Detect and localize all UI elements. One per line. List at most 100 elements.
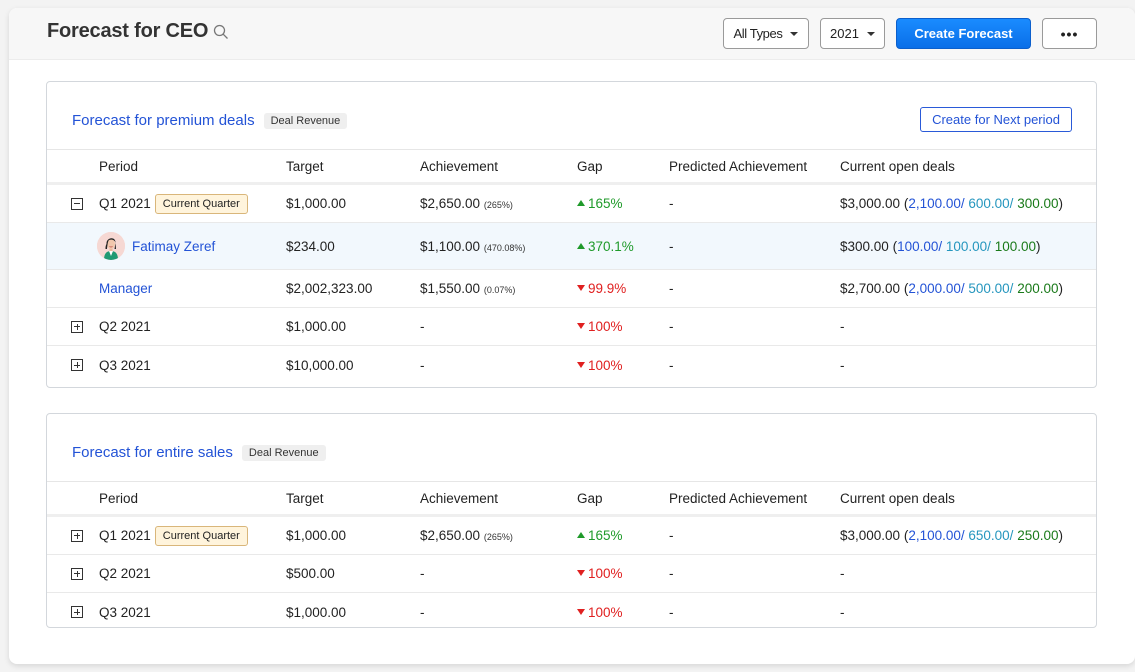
achievement-value: - — [420, 566, 425, 581]
role-name-link[interactable]: Manager — [99, 281, 152, 296]
open-deals-cell: - — [840, 566, 1096, 581]
period-label: Q1 2021 — [99, 196, 151, 211]
column-header-target: Target — [286, 158, 324, 174]
forecast-title-link[interactable]: Forecast for entire sales — [72, 444, 233, 461]
open-deals-cell: $300.00 (100.00/ 100.00/ 100.00) — [840, 238, 1041, 254]
card-title-wrap: Forecast for premium deals Deal Revenue — [72, 112, 348, 129]
open-deals-part-link[interactable]: 500.00/ — [968, 281, 1013, 296]
open-deals-total: $3,000.00 — [840, 196, 901, 211]
predicted-achievement-value: - — [669, 604, 674, 620]
open-deals-total: $300.00 — [840, 238, 889, 254]
page-title-wrap: Forecast for CEO — [47, 20, 229, 43]
gap-cell: 100% — [577, 566, 669, 581]
current-quarter-badge: Current Quarter — [154, 525, 248, 546]
column-header-gap: Gap — [577, 490, 603, 506]
expand-icon[interactable] — [71, 529, 83, 542]
open-deals-cell: - — [840, 605, 1096, 620]
collapse-icon[interactable] — [71, 197, 83, 210]
current-quarter-badge: Current Quarter — [154, 193, 248, 214]
gap-value: 165% — [588, 528, 623, 543]
open-deals-part-link[interactable]: 650.00/ — [968, 528, 1013, 543]
achievement-cell: $1,100.00 (470.08%) — [420, 239, 577, 254]
forecast-table: Period Target Achievement Gap Predicted Achi… — [47, 150, 1096, 384]
expand-icon[interactable] — [71, 606, 83, 618]
open-deals-part-link[interactable]: 2,100.00/ — [908, 196, 964, 211]
gap-cell: 165% — [577, 528, 669, 543]
predicted-achievement-value: - — [669, 238, 674, 254]
expand-icon[interactable] — [71, 567, 83, 580]
period-label: Q2 2021 — [99, 319, 151, 334]
period-cell: Q2 2021 — [99, 319, 286, 334]
expander-cell — [47, 320, 99, 333]
expand-icon[interactable] — [71, 320, 83, 333]
column-header-gap: Gap — [577, 158, 603, 174]
open-deals-total: - — [840, 604, 845, 620]
search-icon[interactable] — [213, 24, 229, 40]
arrow-up-icon — [577, 200, 585, 206]
period-label: Q2 2021 — [99, 566, 151, 581]
open-deals-part-link[interactable]: 600.00/ — [968, 196, 1013, 211]
open-deals-part-link[interactable]: 2,100.00/ — [908, 528, 964, 543]
achievement-percent: (470.08%) — [483, 242, 526, 253]
open-deals-part-link[interactable]: 100.00/ — [946, 239, 991, 254]
gap-value: 100% — [588, 566, 623, 581]
target-value: $234.00 — [286, 238, 335, 254]
period-label: Q3 2021 — [99, 357, 151, 373]
arrow-down-icon — [577, 570, 585, 576]
gap-value: 165% — [588, 196, 623, 211]
open-deals-part-link[interactable]: 200.00 — [1017, 281, 1058, 296]
achievement-cell: - — [420, 605, 577, 620]
gap-value: 100% — [588, 319, 623, 334]
column-header-achievement: Achievement — [420, 490, 499, 506]
type-filter-dropdown[interactable]: All Types — [723, 18, 809, 49]
period-cell: Q3 2021 — [99, 358, 286, 373]
target-value: $1,000.00 — [286, 604, 347, 620]
card-title-wrap: Forecast for entire sales Deal Revenue — [72, 444, 326, 461]
target-value: $500.00 — [286, 566, 335, 581]
period-row: Q1 2021 Current Quarter $1,000.00 $2,650.00… — [47, 517, 1096, 555]
target-value: $10,000.00 — [286, 357, 354, 373]
column-header-achievement: Achievement — [420, 158, 499, 174]
year-filter-dropdown[interactable]: 2021 — [820, 18, 885, 49]
top-bar: Forecast for CEO All Types 2021 Create F… — [9, 8, 1135, 60]
more-options-button[interactable]: ••• — [1042, 18, 1097, 49]
open-deals-cell: - — [840, 358, 1096, 373]
open-deals-part-link[interactable]: 100.00/ — [897, 239, 942, 254]
predicted-achievement-value: - — [669, 281, 674, 296]
achievement-value: $2,650.00 — [420, 528, 481, 543]
table-header-row: Period Target Achievement Gap Predicted Achi… — [47, 482, 1096, 517]
achievement-cell: $1,550.00 (0.07%) — [420, 281, 577, 296]
forecast-card-premium: Forecast for premium deals Deal Revenue … — [46, 81, 1097, 388]
achievement-value: - — [420, 357, 425, 373]
open-deals-cell: - — [840, 319, 1096, 334]
type-filter-value: All Types — [733, 26, 783, 41]
create-forecast-button[interactable]: Create Forecast — [896, 18, 1031, 49]
gap-cell: 370.1% — [577, 239, 669, 254]
achievement-value: - — [420, 604, 425, 620]
period-row: Q1 2021 Current Quarter $1,000.00 $2,650.00… — [47, 185, 1096, 223]
open-deals-part-link[interactable]: 100.00 — [995, 239, 1036, 254]
expand-icon[interactable] — [71, 359, 83, 371]
period-cell: Q1 2021 Current Quarter — [99, 525, 286, 546]
user-name-link[interactable]: Fatimay Zeref — [132, 239, 215, 254]
achievement-value: $2,650.00 — [420, 196, 481, 211]
user-row: Fatimay Zeref $234.00 $1,100.00 (470.08%) 3… — [47, 223, 1096, 270]
period-cell: Q3 2021 — [99, 605, 286, 620]
open-deals-total: - — [840, 319, 845, 334]
create-next-period-button[interactable]: Create for Next period — [920, 107, 1072, 132]
achievement-cell: $2,650.00 (265%) — [420, 528, 577, 543]
column-header-predicted-achievement: Predicted Achievement — [669, 490, 808, 506]
column-header-current-open-deals: Current open deals — [840, 490, 955, 506]
achievement-value: - — [420, 319, 425, 334]
open-deals-part-link[interactable]: 250.00 — [1017, 528, 1058, 543]
gap-value: 99.9% — [588, 281, 627, 296]
open-deals-part-link[interactable]: 2,000.00/ — [908, 281, 964, 296]
avatar — [97, 232, 125, 260]
forecast-type-tag: Deal Revenue — [263, 112, 348, 129]
open-deals-part-link[interactable]: 300.00 — [1017, 196, 1058, 211]
gap-value: 370.1% — [588, 238, 634, 254]
period-cell: Manager — [99, 281, 286, 296]
forecast-title-link[interactable]: Forecast for premium deals — [72, 112, 255, 129]
predicted-achievement-value: - — [669, 566, 674, 581]
achievement-value: $1,550.00 — [420, 281, 481, 296]
